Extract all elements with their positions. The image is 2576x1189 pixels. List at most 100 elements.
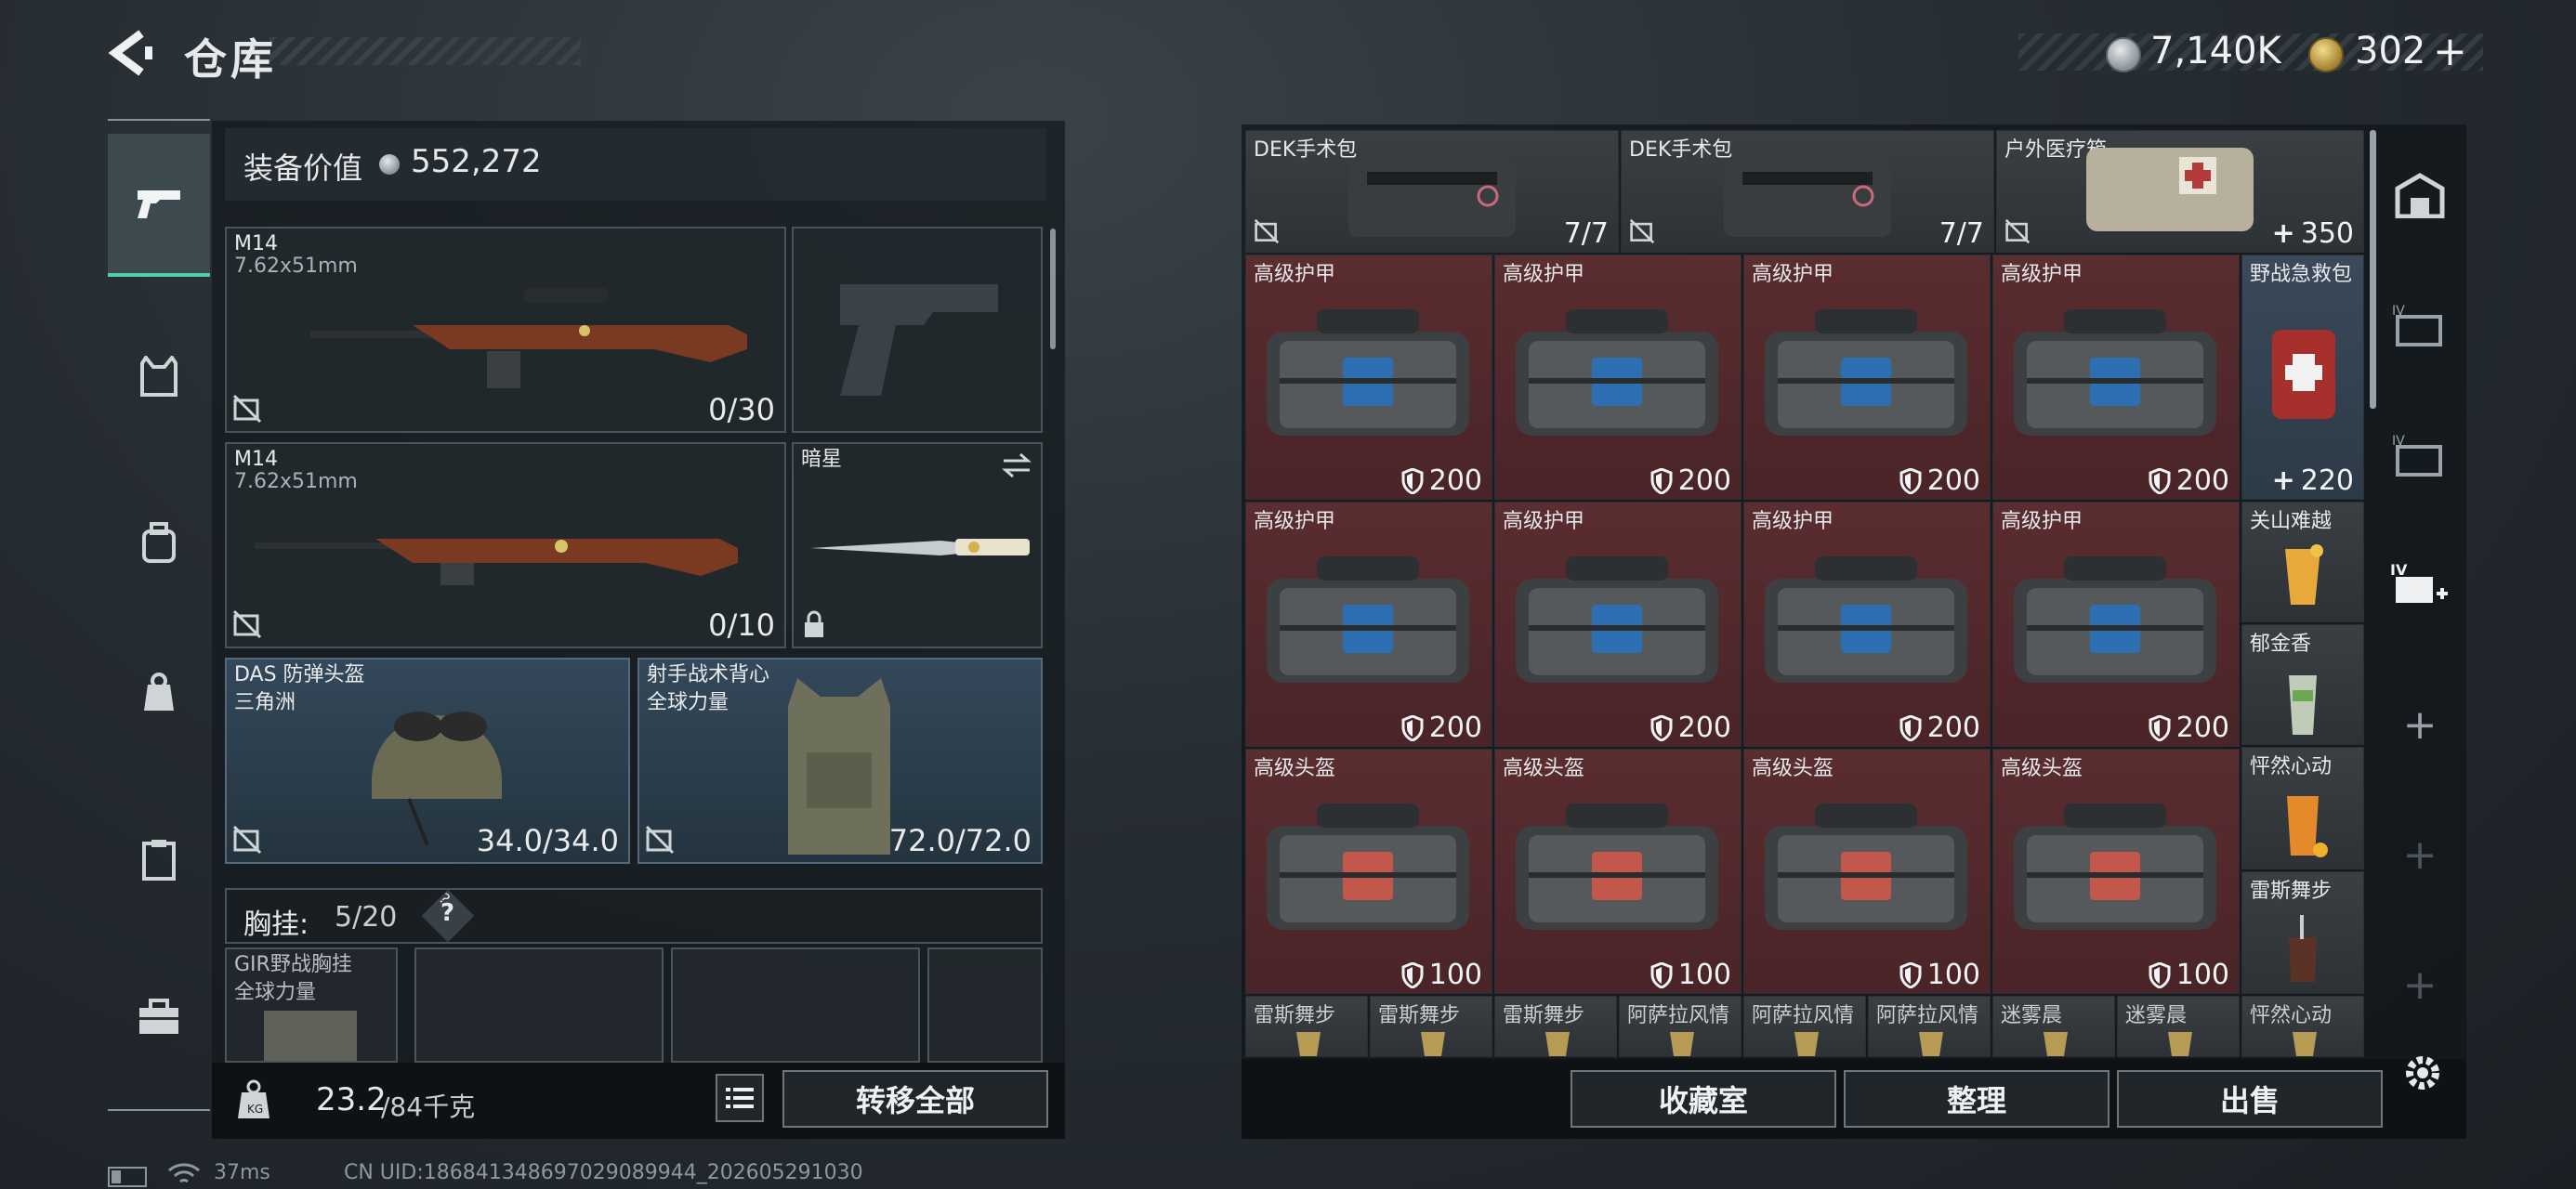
ammo-count: 0/10: [708, 608, 775, 643]
rig-pocket-slot[interactable]: [927, 947, 1043, 1063]
stash-item[interactable]: 高级护甲 200: [1494, 502, 1741, 747]
stash-item[interactable]: 雷斯舞步: [2241, 871, 2364, 994]
stash-item[interactable]: 野战急救包 +220: [2241, 255, 2364, 500]
item-name: 雷斯舞步: [1503, 1004, 1585, 1027]
sidearm-slot[interactable]: [792, 227, 1043, 433]
armor-case-image: [2014, 309, 2216, 436]
title-hatch-decoration: [269, 37, 581, 65]
stash-item[interactable]: 高级头盔 100: [1245, 749, 1492, 994]
chest-rig-slot[interactable]: GIR野战胸挂 全球力量: [225, 947, 398, 1063]
nav-toolbox[interactable]: [108, 966, 210, 1068]
stash-item[interactable]: 怦然心动: [2241, 996, 2364, 1057]
stash-item[interactable]: 高级头盔 100: [1743, 749, 1991, 994]
item-name: 高级护甲: [1752, 263, 1834, 286]
drink-glass-icon: [2289, 675, 2317, 735]
add-tab-button[interactable]: +: [2373, 808, 2466, 901]
armor-case-image: [1516, 556, 1718, 683]
stash-item[interactable]: 阿萨拉风情: [1619, 996, 1741, 1057]
vest-icon: [140, 356, 177, 397]
surgery-kit-image: [1348, 163, 1516, 237]
stash-item[interactable]: 户外医疗箱 +350: [1996, 130, 2364, 253]
item-durability: 200: [1650, 712, 1731, 744]
stash-item[interactable]: 阿萨拉风情: [1743, 996, 1866, 1057]
uid-text: CN UID:186841348697029089944_20260529103…: [344, 1161, 863, 1184]
stash-item[interactable]: 郁金香: [2241, 624, 2364, 745]
nav-case[interactable]: [108, 808, 210, 910]
stash-tab-main[interactable]: [2373, 149, 2466, 242]
stash-item[interactable]: 高级护甲 200: [1992, 502, 2240, 747]
add-tab-button[interactable]: +: [2373, 678, 2466, 771]
stash-item[interactable]: 高级护甲 200: [1494, 255, 1741, 500]
item-durability: 100: [2149, 959, 2229, 991]
drink-glass-icon: [1794, 1032, 1819, 1056]
stash-item[interactable]: 雷斯舞步: [1370, 996, 1492, 1057]
item-name: 迷雾晨: [2001, 1004, 2063, 1027]
shield-icon: [1401, 961, 1424, 988]
plus-icon: +: [2271, 217, 2295, 250]
nav-weapons[interactable]: [108, 134, 210, 277]
stash-item[interactable]: 阿萨拉风情: [1868, 996, 1991, 1057]
rig-pocket-slot[interactable]: [671, 947, 920, 1063]
vest-slot[interactable]: 射手战术背心 全球力量 72.0/72.0: [637, 658, 1043, 864]
item-name: 高级护甲: [1254, 510, 1336, 533]
item-durability: 200: [1650, 464, 1731, 497]
stash-item[interactable]: 怦然心动: [2241, 747, 2364, 869]
vest-name: 射手战术背心: [647, 663, 770, 686]
stash-tab-4b[interactable]: IV: [2373, 409, 2466, 502]
equipment-scrollbar[interactable]: [1050, 229, 1056, 349]
stash-item[interactable]: 高级护甲 200: [1743, 502, 1991, 747]
list-view-button[interactable]: [716, 1074, 764, 1122]
clipboard-icon: [142, 840, 176, 881]
drink-glass-icon: [2044, 1032, 2068, 1056]
nav-armor[interactable]: [108, 325, 210, 427]
stash-item[interactable]: 高级护甲 200: [1245, 502, 1492, 747]
stash-item[interactable]: 高级护甲 200: [1743, 255, 1991, 500]
sort-button[interactable]: 整理: [1844, 1070, 2109, 1128]
secondary-weapon-slot[interactable]: M14 7.62x51mm 0/10: [225, 442, 786, 648]
helmet-slot[interactable]: DAS 防弹头盔 三角洲 34.0/34.0: [225, 658, 630, 864]
stash-tab-add-case[interactable]: IV: [2373, 539, 2466, 632]
collection-room-button[interactable]: 收藏室: [1571, 1070, 1836, 1128]
back-arrow-icon[interactable]: [104, 28, 154, 78]
stash-item[interactable]: 关山难越: [2241, 502, 2364, 622]
add-gold-button[interactable]: +: [2433, 28, 2467, 75]
sell-button[interactable]: 出售: [2117, 1070, 2383, 1128]
stash-item[interactable]: 雷斯舞步: [1494, 996, 1617, 1057]
rig-pocket-slot[interactable]: [414, 947, 664, 1063]
stash-item[interactable]: 高级护甲 200: [1992, 255, 2240, 500]
item-name: 阿萨拉风情: [1752, 1004, 1855, 1027]
stash-tab-4a[interactable]: IV: [2373, 279, 2466, 372]
stash-item[interactable]: 高级护甲 200: [1245, 255, 1492, 500]
stash-item[interactable]: 雷斯舞步: [1245, 996, 1368, 1057]
item-durability: 200: [2149, 712, 2229, 744]
durability-text: 200: [2175, 712, 2229, 744]
stash-item[interactable]: DEK手术包 7/7: [1621, 130, 1994, 253]
wifi-icon: [168, 1163, 200, 1183]
shield-icon: [1650, 961, 1673, 988]
chest-rig-header: 胸挂: 5/20 ? ?: [225, 888, 1043, 944]
silver-coin-icon: [2106, 37, 2141, 72]
add-tab-button[interactable]: +: [2373, 938, 2466, 1031]
vest-durability: 72.0/72.0: [888, 823, 1032, 858]
transfer-all-button[interactable]: 转移全部: [782, 1070, 1048, 1128]
durability-text: 200: [1428, 464, 1482, 497]
nav-bag[interactable]: [108, 641, 210, 743]
stash-item[interactable]: DEK手术包 7/7: [1245, 130, 1619, 253]
drink-glass-icon: [2287, 796, 2328, 857]
silver-coin-icon: [379, 154, 400, 175]
stash-item[interactable]: 高级头盔 100: [1992, 749, 2240, 994]
armor-case-image: [1765, 309, 1967, 436]
stash-item[interactable]: 迷雾晨: [2117, 996, 2240, 1057]
settings-gear-icon[interactable]: [2399, 1050, 2446, 1096]
swap-icon[interactable]: [1000, 451, 1033, 479]
melee-slot[interactable]: 暗星: [792, 442, 1043, 648]
stash-item[interactable]: 迷雾晨: [1992, 996, 2115, 1057]
equipment-value-bar: 装备价值 552,272: [225, 128, 1046, 201]
helmet-name: DAS 防弹头盔: [234, 663, 365, 686]
stash-item[interactable]: 高级头盔 100: [1494, 749, 1741, 994]
durability-text: 100: [1428, 959, 1482, 991]
item-durability: 200: [2149, 464, 2229, 497]
primary-weapon-slot[interactable]: M14 7.62x51mm 0/30: [225, 227, 786, 433]
nav-backpack[interactable]: [108, 492, 210, 594]
add-case-icon: IV: [2390, 561, 2448, 603]
